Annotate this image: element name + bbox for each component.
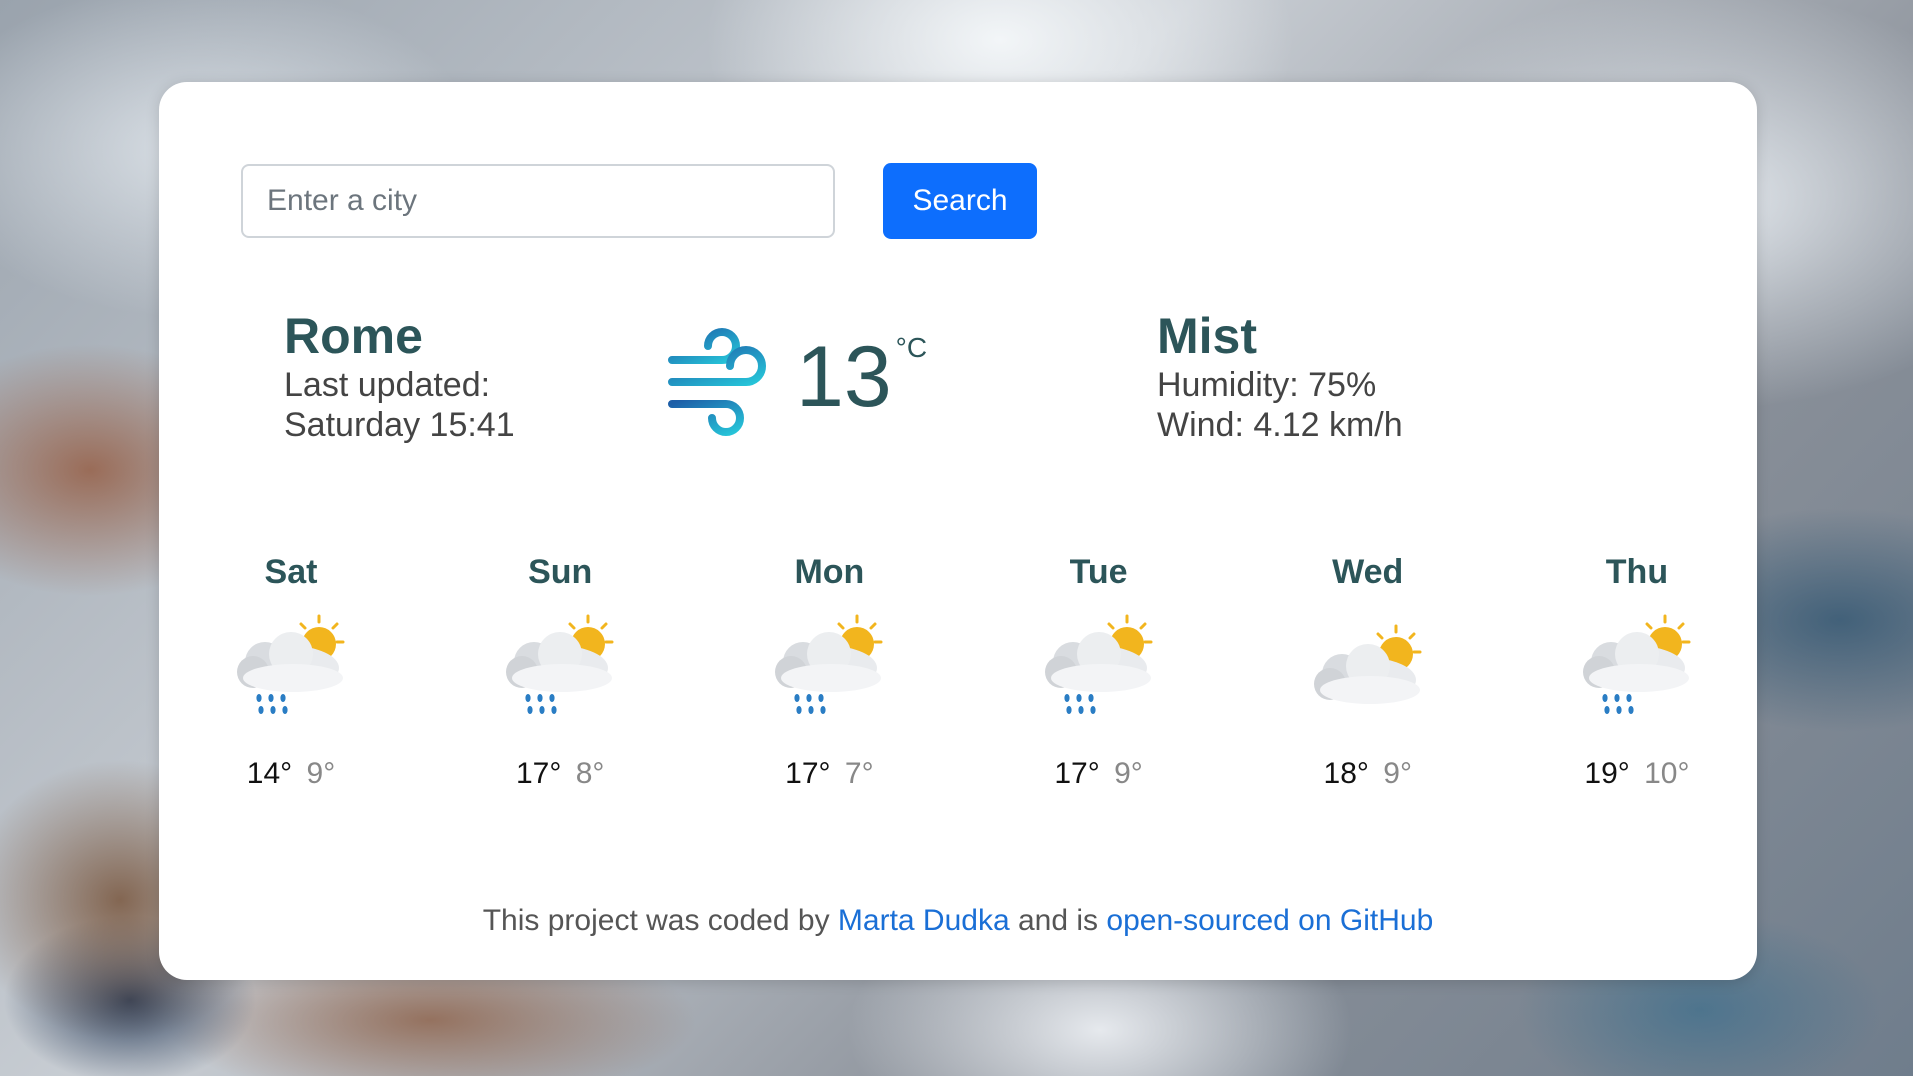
forecast-max-temp: 17° — [785, 757, 831, 790]
forecast-day-name: Sat — [264, 553, 318, 591]
forecast-max-temp: 19° — [1584, 757, 1630, 790]
forecast-min-temp: 9° — [306, 757, 336, 790]
forecast-day: Sun 17° 8° — [490, 552, 630, 792]
search-form: Search — [241, 163, 1037, 239]
wind-icon — [668, 328, 766, 436]
humidity: Humidity: 75% — [1157, 366, 1377, 404]
current-temperature: 13 °C — [664, 322, 927, 436]
footer-text-prefix: This project was coded by — [482, 904, 838, 937]
github-link[interactable]: open-sourced on GitHub — [1106, 904, 1433, 937]
footer-text-middle: and is — [1009, 904, 1107, 937]
current-location: Rome Last updated: Saturday 15:41 — [284, 307, 515, 445]
forecast-temps: 18° 9° — [1324, 756, 1412, 792]
rain-cloud-sun-icon — [506, 614, 614, 714]
forecast-day: Tue 17° 9° — [1029, 552, 1169, 792]
forecast-day: Mon 17° 7° — [759, 552, 899, 792]
city-search-input[interactable] — [241, 164, 835, 238]
forecast-day: Sat 14° 9° — [221, 552, 361, 792]
forecast-max-temp: 17° — [1054, 757, 1100, 790]
forecast-min-temp: 9° — [1114, 757, 1143, 790]
rain-cloud-sun-icon — [1582, 614, 1691, 714]
forecast-day-name: Mon — [794, 553, 865, 591]
author-link[interactable]: Marta Dudka — [838, 904, 1010, 937]
forecast-list: Sat 14° 9° Sun 17° 8° Mon 17° 7° Tue 17°… — [221, 552, 1707, 792]
city-name: Rome — [284, 308, 423, 364]
forecast-max-temp: 18° — [1323, 757, 1369, 790]
condition-description: Mist — [1157, 308, 1257, 364]
footer: This project was coded by Marta Dudka an… — [159, 904, 1757, 938]
forecast-min-temp: 7° — [844, 757, 874, 790]
current-conditions: Mist Humidity: 75% Wind: 4.12 km/h — [1157, 307, 1403, 445]
forecast-min-temp: 9° — [1383, 757, 1412, 790]
forecast-day-name: Thu — [1605, 553, 1669, 591]
temperature-value: 13 — [796, 329, 892, 425]
partly-cloudy-icon — [1313, 624, 1422, 704]
forecast-min-temp: 8° — [575, 757, 605, 790]
forecast-max-temp: 14° — [246, 757, 293, 790]
forecast-temps: 17° 7° — [785, 756, 873, 792]
search-button[interactable]: Search — [883, 163, 1037, 239]
last-updated-label: Last updated: — [284, 366, 491, 404]
forecast-max-temp: 17° — [515, 757, 562, 790]
forecast-temps: 17° 9° — [1054, 756, 1142, 792]
forecast-min-temp: 10° — [1644, 757, 1690, 790]
forecast-temps: 14° 9° — [247, 756, 335, 792]
forecast-day: Wed 18° 9° — [1298, 552, 1438, 792]
forecast-temps: 19° 10° — [1584, 756, 1689, 792]
rain-cloud-sun-icon — [237, 614, 345, 714]
forecast-day-name: Tue — [1069, 553, 1128, 591]
rain-cloud-sun-icon — [1044, 614, 1153, 714]
rain-cloud-sun-icon — [775, 614, 883, 714]
forecast-day-name: Sun — [528, 553, 593, 591]
last-updated-time: Saturday 15:41 — [284, 406, 515, 444]
forecast-day: Thu 19° 10° — [1567, 552, 1707, 792]
temperature-unit: °C — [895, 332, 928, 363]
forecast-temps: 17° 8° — [516, 756, 604, 792]
wind-speed: Wind: 4.12 km/h — [1157, 406, 1403, 444]
weather-card: Search Rome Last updated: Saturday 15:41… — [159, 82, 1757, 980]
forecast-day-name: Wed — [1332, 553, 1404, 591]
